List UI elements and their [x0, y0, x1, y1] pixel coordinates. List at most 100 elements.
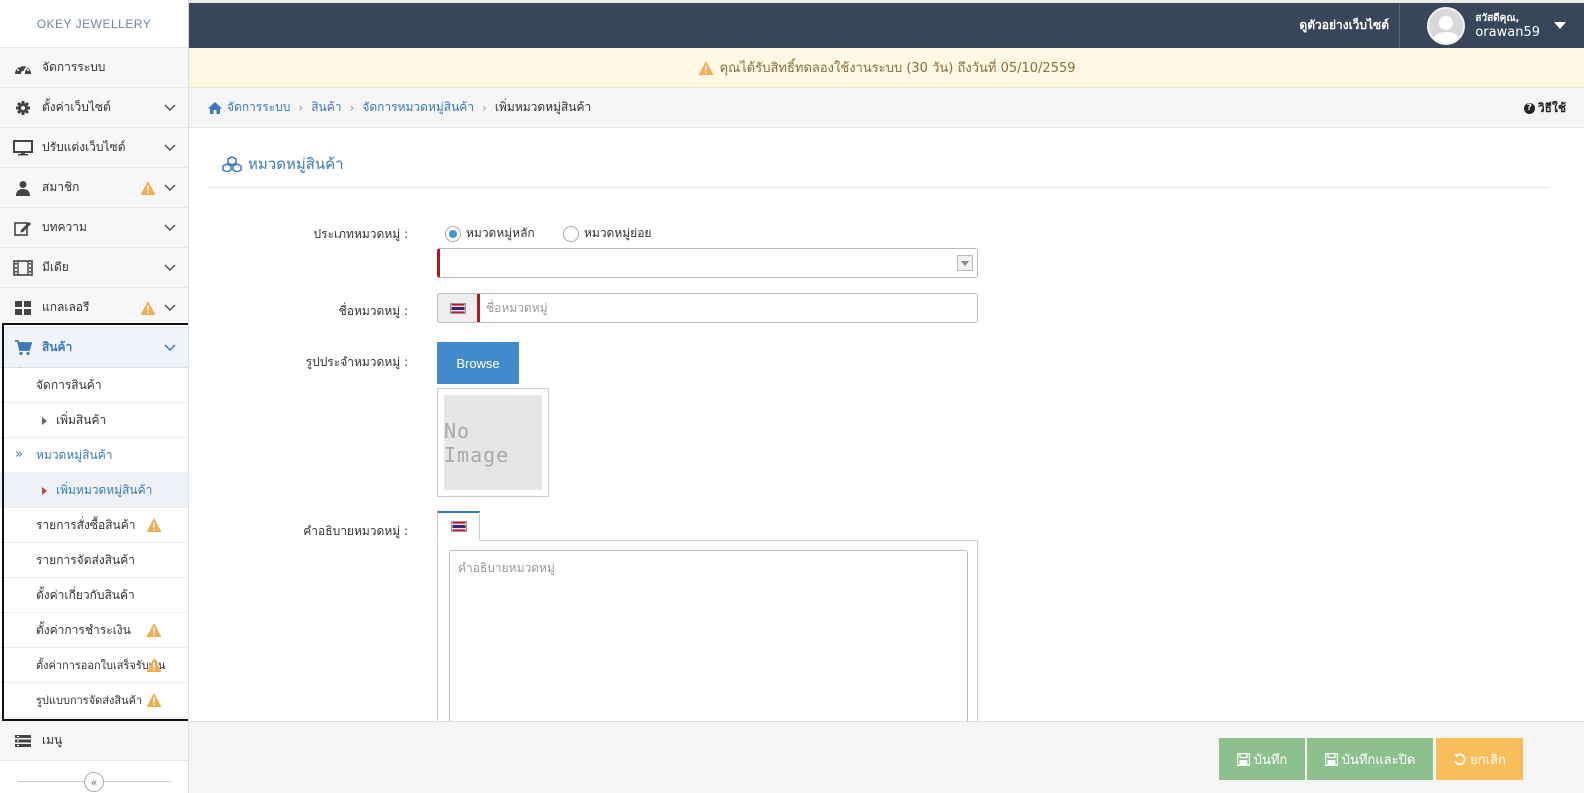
- category-name-group: [437, 293, 978, 323]
- radio-circle[interactable]: [563, 225, 579, 242]
- submenu-item-label: หมวดหมู่สินค้า: [36, 447, 113, 462]
- sidebar: OKEY JEWELLERY จัดการระบบ ตั้งค่าเว็บไซต…: [0, 0, 189, 793]
- collapse-glyph: «: [90, 775, 98, 789]
- radio-main-category[interactable]: หมวดหมู่หลัก: [445, 224, 535, 243]
- submenu-item-add-product[interactable]: เพิ่มสินค้า: [0, 403, 188, 438]
- warning-icon: [698, 60, 714, 75]
- radio-sub-category[interactable]: หมวดหมู่ย่อย: [563, 224, 651, 243]
- breadcrumb: จัดการระบบ › สินค้า › จัดการหมวดหมู่สินค…: [189, 88, 1584, 128]
- chevron-down-icon[interactable]: [957, 255, 973, 271]
- chevron-down-icon: [164, 222, 176, 234]
- cubes-icon: [222, 156, 242, 172]
- save-and-close-button[interactable]: บันทึกและปิด: [1307, 738, 1433, 780]
- warning-icon: [146, 693, 162, 707]
- cancel-label: ยกเลิก: [1470, 751, 1506, 767]
- warning-icon: [140, 300, 156, 315]
- submenu-item-manage-products[interactable]: จัดการสินค้า: [0, 368, 188, 403]
- sidebar-item-label: มีเดีย: [42, 260, 69, 274]
- image-preview: No Image: [437, 388, 549, 497]
- category-name-label: ชื่อหมวดหมู่ :: [338, 304, 408, 318]
- submenu-item-label: เพิ่มสินค้า: [56, 412, 107, 427]
- submenu-item-shipments[interactable]: รายการจัดส่งสินค้า: [0, 543, 188, 578]
- submenu-item-label: รายการสั่งซื้อสินค้า: [36, 517, 136, 532]
- breadcrumb-current: เพิ่มหมวดหมู่สินค้า: [494, 100, 592, 114]
- help-label: วิธีใช้: [1537, 100, 1566, 115]
- divider: [208, 187, 1550, 188]
- sidebar-item-label: สินค้า: [42, 340, 73, 354]
- submenu-item-receipt-settings[interactable]: ตั้งค่าการออกใบเสร็จรับเงิน: [0, 648, 188, 683]
- breadcrumb-link-system[interactable]: จัดการระบบ: [227, 98, 290, 117]
- sidebar-item-members[interactable]: สมาชิก: [0, 168, 188, 208]
- sidebar-item-site-settings[interactable]: ตั้งค่าเว็บไซต์: [0, 88, 188, 128]
- sidebar-item-media[interactable]: มีเดีย: [0, 248, 188, 288]
- cancel-button[interactable]: ยกเลิก: [1436, 738, 1523, 780]
- help-link[interactable]: ? วิธีใช้: [1523, 88, 1566, 128]
- category-name-input[interactable]: [480, 294, 977, 322]
- chevron-down-icon: [164, 262, 176, 274]
- submenu-item-product-settings[interactable]: ตั้งค่าเกี่ยวกับสินค้า: [0, 578, 188, 613]
- submenu-item-label: ตั้งค่าเกี่ยวกับสินค้า: [36, 587, 135, 602]
- category-image-label: รูปประจำหมวดหมู่ :: [305, 355, 408, 369]
- browse-button[interactable]: Browse: [437, 342, 519, 384]
- view-site-link[interactable]: ดูตัวอย่างเว็บไซต์: [1299, 3, 1400, 48]
- section-title-text: หมวดหมู่สินค้า: [248, 155, 344, 173]
- sidebar-item-label: แกลเลอรี: [42, 300, 90, 314]
- alert-text: คุณได้รับสิทธิ์ทดลองใช้งานระบบ (30 วัน) …: [719, 61, 1076, 76]
- sidebar-item-label: ปรับแต่งเว็บไซต์: [42, 140, 126, 154]
- sidebar-item-articles[interactable]: บทความ: [0, 208, 188, 248]
- user-icon: [12, 180, 34, 196]
- chevron-down-icon: [164, 342, 176, 354]
- category-description-textarea[interactable]: [449, 550, 968, 740]
- description-tab-panel: [437, 540, 978, 740]
- language-addon: [438, 294, 480, 322]
- user-menu[interactable]: สวัสดีคุณ, orawan59: [1427, 3, 1566, 48]
- no-image-placeholder: No Image: [444, 395, 542, 490]
- radio-circle-checked[interactable]: [445, 225, 461, 242]
- menu-list-icon: [12, 733, 34, 749]
- page-title: หมวดหมู่สินค้า: [222, 152, 344, 176]
- submenu-item-payment-settings[interactable]: ตั้งค่าการชำระเงิน: [0, 613, 188, 648]
- chevron-down-icon: [164, 142, 176, 154]
- submenu-item-product-categories[interactable]: » หมวดหมู่สินค้า: [0, 438, 188, 473]
- sidebar-item-dashboard[interactable]: จัดการระบบ: [0, 48, 188, 88]
- submenu-item-label: จัดการสินค้า: [36, 377, 102, 392]
- chevron-down-icon: [164, 102, 176, 114]
- sidebar-item-menu[interactable]: เมนู: [0, 721, 188, 761]
- caret-right-icon: [42, 487, 47, 495]
- save-button[interactable]: บันทึก: [1219, 738, 1305, 780]
- gear-icon: [12, 100, 34, 116]
- avatar-placeholder-icon: [1432, 15, 1461, 43]
- home-icon[interactable]: [207, 101, 223, 115]
- submenu-item-shipping-methods[interactable]: รูปแบบการจัดส่งสินค้า: [0, 683, 188, 718]
- brand-logo[interactable]: OKEY JEWELLERY: [0, 0, 188, 48]
- submenu-item-orders[interactable]: รายการสั่งซื้อสินค้า: [0, 508, 188, 543]
- cart-icon: [12, 339, 34, 356]
- user-names: สวัสดีคุณ, orawan59: [1475, 12, 1540, 40]
- submenu-item-label: รูปแบบการจัดส่งสินค้า: [36, 694, 143, 707]
- thai-flag-icon: [450, 521, 467, 532]
- form-footer: บันทึก บันทึกและปิด ยกเลิก: [189, 721, 1584, 793]
- breadcrumb-link-products[interactable]: สินค้า: [311, 98, 341, 117]
- top-header: ดูตัวอย่างเว็บไซต์ สวัสดีคุณ, orawan59: [189, 0, 1584, 48]
- sidebar-item-label: สมาชิก: [42, 180, 80, 194]
- radio-label: หมวดหมู่ย่อย: [584, 226, 652, 240]
- sidebar-item-customize-site[interactable]: ปรับแต่งเว็บไซต์: [0, 128, 188, 168]
- undo-icon: [1453, 752, 1466, 765]
- caret-down-icon: [1554, 22, 1566, 29]
- parent-category-select[interactable]: [437, 248, 978, 278]
- logo-text: OKEY JEWELLERY: [36, 16, 152, 31]
- sidebar-item-label: เมนู: [42, 733, 63, 747]
- grid-icon: [12, 300, 34, 316]
- sidebar-item-label: จัดการระบบ: [42, 60, 106, 74]
- sidebar-item-label: ตั้งค่าเว็บไซต์: [42, 100, 111, 114]
- sidebar-item-gallery[interactable]: แกลเลอรี: [0, 288, 188, 328]
- username: orawan59: [1475, 24, 1540, 40]
- greeting: สวัสดีคุณ,: [1475, 12, 1520, 24]
- submenu-item-add-category[interactable]: เพิ่มหมวดหมู่สินค้า: [0, 473, 188, 508]
- collapse-sidebar-button[interactable]: «: [84, 772, 104, 792]
- film-icon: [12, 259, 34, 276]
- thai-flag-icon: [449, 302, 466, 314]
- tab-language-th[interactable]: [437, 511, 480, 541]
- sidebar-item-products[interactable]: สินค้า: [0, 328, 188, 368]
- breadcrumb-link-categories[interactable]: จัดการหมวดหมู่สินค้า: [362, 98, 474, 117]
